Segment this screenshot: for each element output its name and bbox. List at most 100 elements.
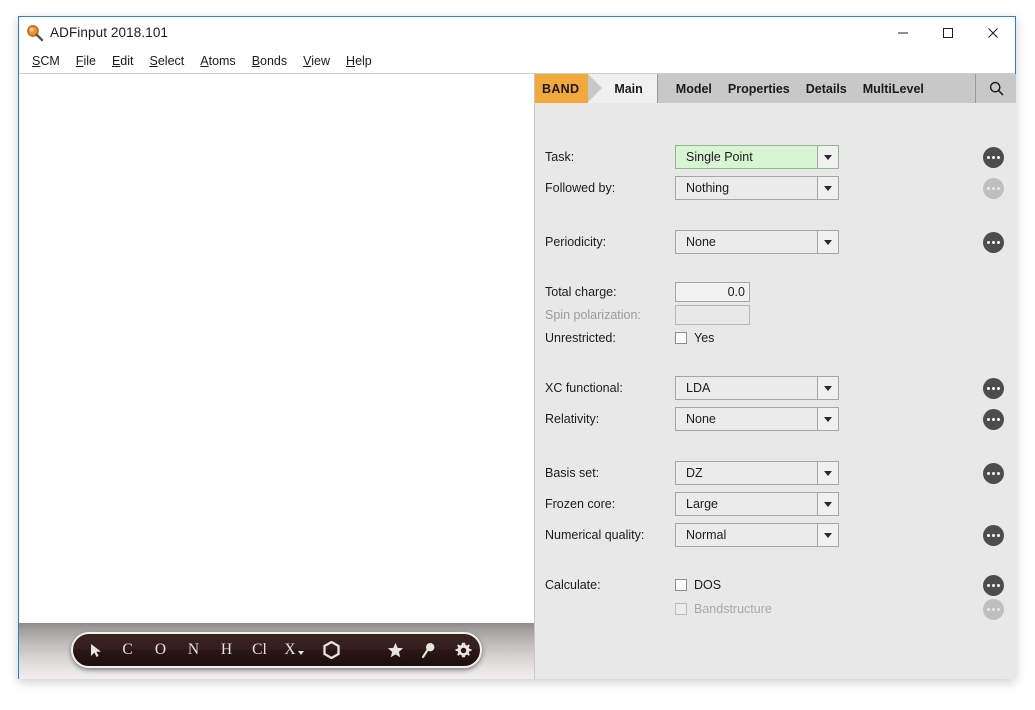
element-tool-n[interactable]: N [177, 634, 210, 666]
window-controls [880, 17, 1015, 48]
search-icon[interactable] [975, 74, 1016, 103]
xc-functional-more-button[interactable] [983, 377, 1004, 399]
frozen-core-dropdown[interactable]: Large [675, 492, 839, 516]
followed-by-dropdown[interactable]: Nothing [675, 176, 839, 200]
periodicity-value: None [686, 235, 716, 249]
element-tool-c[interactable]: C [111, 634, 144, 666]
calculate-more-button[interactable] [983, 574, 1004, 596]
row-relativity: Relativity: None [535, 407, 1016, 431]
task-dropdown[interactable]: Single Point [675, 145, 839, 169]
menu-help[interactable]: Help [338, 52, 380, 70]
row-unrestricted: Unrestricted: Yes [535, 326, 1016, 350]
window-title: ADFinput 2018.101 [50, 25, 169, 40]
tab-main[interactable]: Main [588, 74, 657, 103]
settings-form: Task: Single Point Followed by: Nothing [535, 103, 1016, 679]
chevron-down-icon[interactable] [817, 408, 838, 430]
label-xc-functional: XC functional: [545, 381, 623, 395]
chevron-down-icon[interactable] [817, 524, 838, 546]
tab-details[interactable]: Details [798, 82, 855, 96]
periodicity-dropdown[interactable]: None [675, 230, 839, 254]
label-task: Task: [545, 150, 575, 164]
row-calculate-bandstructure: Bandstructure [535, 597, 1016, 621]
cursor-tool-icon[interactable] [73, 634, 111, 666]
tab-multilevel[interactable]: MultiLevel [855, 82, 932, 96]
numerical-quality-dropdown[interactable]: Normal [675, 523, 839, 547]
checkbox-box-icon [675, 579, 687, 591]
element-tool-custom-label: X [284, 641, 296, 658]
menu-view[interactable]: View [295, 52, 338, 70]
label-frozen-core: Frozen core: [545, 497, 616, 511]
adfinput-window: ADFinput 2018.101 SCM File Edit Select A… [18, 16, 1016, 679]
molecule-editor-panel: C O N H Cl X [19, 74, 534, 679]
basis-set-dropdown[interactable]: DZ [675, 461, 839, 485]
chevron-down-icon[interactable] [817, 146, 838, 168]
row-total-charge: Total charge: 0.0 [535, 280, 1016, 304]
element-tool-h[interactable]: H [210, 634, 243, 666]
title-bar: ADFinput 2018.101 [19, 17, 1015, 48]
gear-icon[interactable] [446, 634, 480, 666]
menu-atoms[interactable]: Atoms [192, 52, 243, 70]
numerical-quality-value: Normal [686, 528, 727, 542]
basis-set-more-button[interactable] [983, 462, 1004, 484]
tab-properties[interactable]: Properties [720, 82, 798, 96]
task-value: Single Point [686, 150, 753, 164]
molecule-canvas[interactable] [19, 74, 534, 623]
menu-edit[interactable]: Edit [104, 52, 142, 70]
menu-bonds[interactable]: Bonds [244, 52, 295, 70]
checkbox-box-icon [675, 332, 687, 344]
dos-checkbox[interactable]: DOS [675, 573, 721, 597]
row-calculate-dos: Calculate: DOS [535, 573, 1016, 597]
periodicity-more-button[interactable] [983, 231, 1004, 253]
xc-functional-value: LDA [686, 381, 711, 395]
chevron-down-icon[interactable] [817, 177, 838, 199]
menu-scm[interactable]: SCM [24, 52, 68, 70]
checkbox-box-icon [675, 603, 687, 615]
minimize-button[interactable] [880, 17, 925, 48]
unrestricted-checkbox[interactable]: Yes [675, 326, 714, 350]
label-spin-polarization: Spin polarization: [545, 308, 641, 322]
chevron-down-icon[interactable] [817, 462, 838, 484]
label-followed-by: Followed by: [545, 181, 616, 195]
element-tool-custom[interactable]: X [276, 634, 312, 666]
label-calculate: Calculate: [545, 578, 601, 592]
tab-model[interactable]: Model [668, 82, 720, 96]
row-task: Task: Single Point [535, 145, 1016, 169]
chevron-down-icon[interactable] [817, 231, 838, 253]
chevron-down-icon[interactable] [817, 377, 838, 399]
tab-band[interactable]: BAND [535, 74, 603, 103]
xc-functional-dropdown[interactable]: LDA [675, 376, 839, 400]
frozen-core-value: Large [686, 497, 718, 511]
total-charge-input[interactable]: 0.0 [675, 282, 750, 302]
tab-bar: BAND Main Model Properties Details Multi… [535, 74, 1016, 103]
label-total-charge: Total charge: [545, 285, 617, 299]
close-button[interactable] [970, 17, 1015, 48]
magnifier-icon [26, 24, 44, 42]
molecule-toolbar: C O N H Cl X [71, 632, 482, 668]
unrestricted-checkbox-label: Yes [694, 331, 715, 345]
row-frozen-core: Frozen core: Large [535, 492, 1016, 516]
label-periodicity: Periodicity: [545, 235, 607, 249]
label-relativity: Relativity: [545, 412, 600, 426]
followed-by-value: Nothing [686, 181, 730, 195]
relativity-dropdown[interactable]: None [675, 407, 839, 431]
task-more-button[interactable] [983, 146, 1004, 168]
element-tool-cl[interactable]: Cl [243, 634, 276, 666]
bandstructure-checkbox-label: Bandstructure [694, 602, 772, 616]
numerical-quality-more-button[interactable] [983, 524, 1004, 546]
bandstructure-checkbox: Bandstructure [675, 597, 772, 621]
main-content: C O N H Cl X BAND Main Model Properties … [19, 74, 1016, 679]
chevron-down-icon [297, 650, 304, 655]
menu-select[interactable]: Select [142, 52, 193, 70]
relativity-more-button[interactable] [983, 408, 1004, 430]
benzene-ring-icon[interactable] [312, 634, 350, 666]
chevron-down-icon[interactable] [817, 493, 838, 515]
maximize-button[interactable] [925, 17, 970, 48]
dos-checkbox-label: DOS [694, 578, 722, 592]
menu-bar: SCM File Edit Select Atoms Bonds View He… [19, 48, 1015, 74]
followed-by-more-button [983, 177, 1004, 199]
row-xc-functional: XC functional: LDA [535, 376, 1016, 400]
element-tool-o[interactable]: O [144, 634, 177, 666]
menu-file[interactable]: File [68, 52, 104, 70]
star-icon[interactable] [378, 634, 412, 666]
magnifier-tool-icon[interactable] [412, 634, 446, 666]
